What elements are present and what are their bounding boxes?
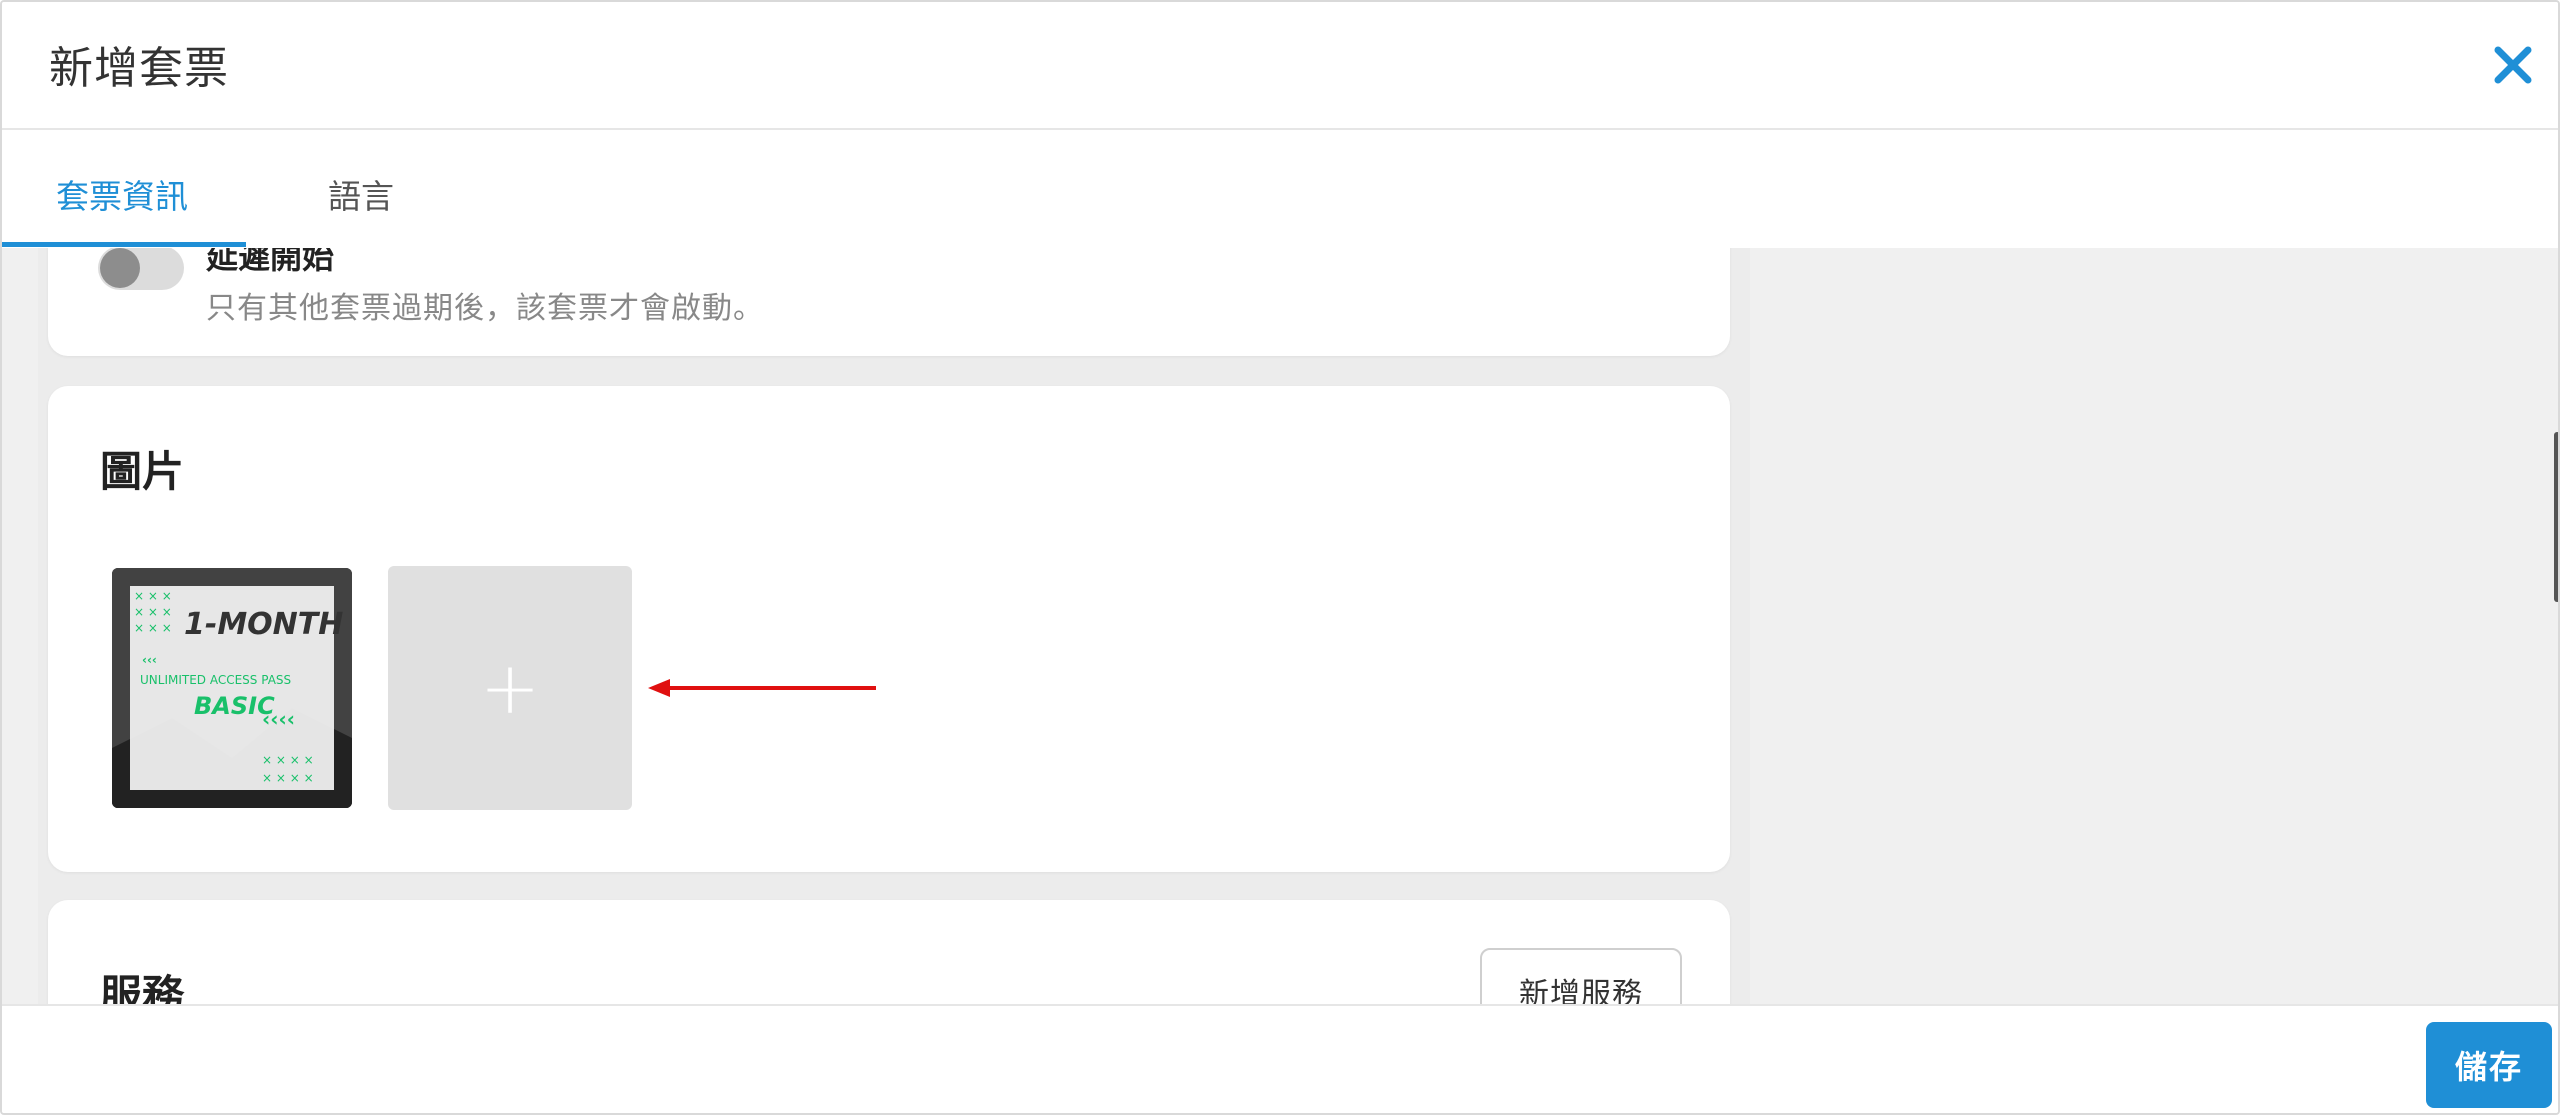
svg-text:× × × ×: × × × × <box>262 771 314 785</box>
form-column: 延遲開始 只有其他套票過期後，該套票才會啟動。 圖片 × × × × × × × <box>38 248 1750 1004</box>
scrollbar-thumb[interactable] <box>2554 432 2558 602</box>
images-card: 圖片 × × × × × × × × × × × × × × × × × ‹‹‹… <box>48 386 1730 872</box>
svg-text:× × ×: × × × <box>134 589 172 603</box>
plus-icon: + <box>479 646 541 730</box>
close-button[interactable] <box>2490 42 2536 88</box>
images-section-title: 圖片 <box>100 447 185 496</box>
activation-hint: 只有其他套票過期後，該套票才會啟動。 <box>206 291 764 326</box>
tab-package-info[interactable]: 套票資訊 <box>56 170 188 218</box>
modal-title: 新增套票 <box>49 43 229 94</box>
thumb-line1: 1-MONTH <box>184 607 343 642</box>
pass-image: × × × × × × × × × × × × × × × × × ‹‹‹‹ ‹… <box>112 568 352 808</box>
svg-text:× × ×: × × × <box>134 621 172 635</box>
modal-header: 新增套票 <box>2 2 2558 130</box>
form-content: 延遲開始 只有其他套票過期後，該套票才會啟動。 圖片 × × × × × × × <box>2 248 2558 1004</box>
thumb-line2: UNLIMITED ACCESS PASS <box>140 673 291 687</box>
services-section-title: 服務 <box>100 971 185 1004</box>
svg-text:‹‹‹: ‹‹‹ <box>142 653 157 667</box>
toggle-knob <box>100 248 140 288</box>
toggle-label: 延遲開始 <box>206 248 335 276</box>
save-button[interactable]: 儲存 <box>2426 1022 2552 1108</box>
image-thumbnail[interactable]: × × × × × × × × × × × × × × × × × ‹‹‹‹ ‹… <box>112 568 352 808</box>
tab-bar: 套票資訊 語言 <box>2 130 2558 248</box>
active-tab-indicator <box>2 242 246 247</box>
services-card: 服務 新增服務 <box>48 900 1730 1004</box>
modal-window: 新增套票 套票資訊 語言 延遲開始 只有其他套票過期後，該套票才會啟動。 圖片 <box>0 0 2560 1115</box>
tab-language[interactable]: 語言 <box>328 170 394 218</box>
svg-text:× × ×: × × × <box>134 605 172 619</box>
thumb-line3: BASIC <box>194 692 275 720</box>
red-arrow-annotation <box>648 679 876 697</box>
modal-footer: 儲存 <box>2 1004 2558 1113</box>
add-service-button[interactable]: 新增服務 <box>1480 948 1682 1004</box>
delay-start-toggle[interactable] <box>98 248 184 290</box>
add-image-button[interactable]: + <box>388 566 632 810</box>
activation-card: 延遲開始 只有其他套票過期後，該套票才會啟動。 <box>48 248 1730 356</box>
svg-text:× × × ×: × × × × <box>262 753 314 767</box>
close-icon <box>2494 46 2532 84</box>
